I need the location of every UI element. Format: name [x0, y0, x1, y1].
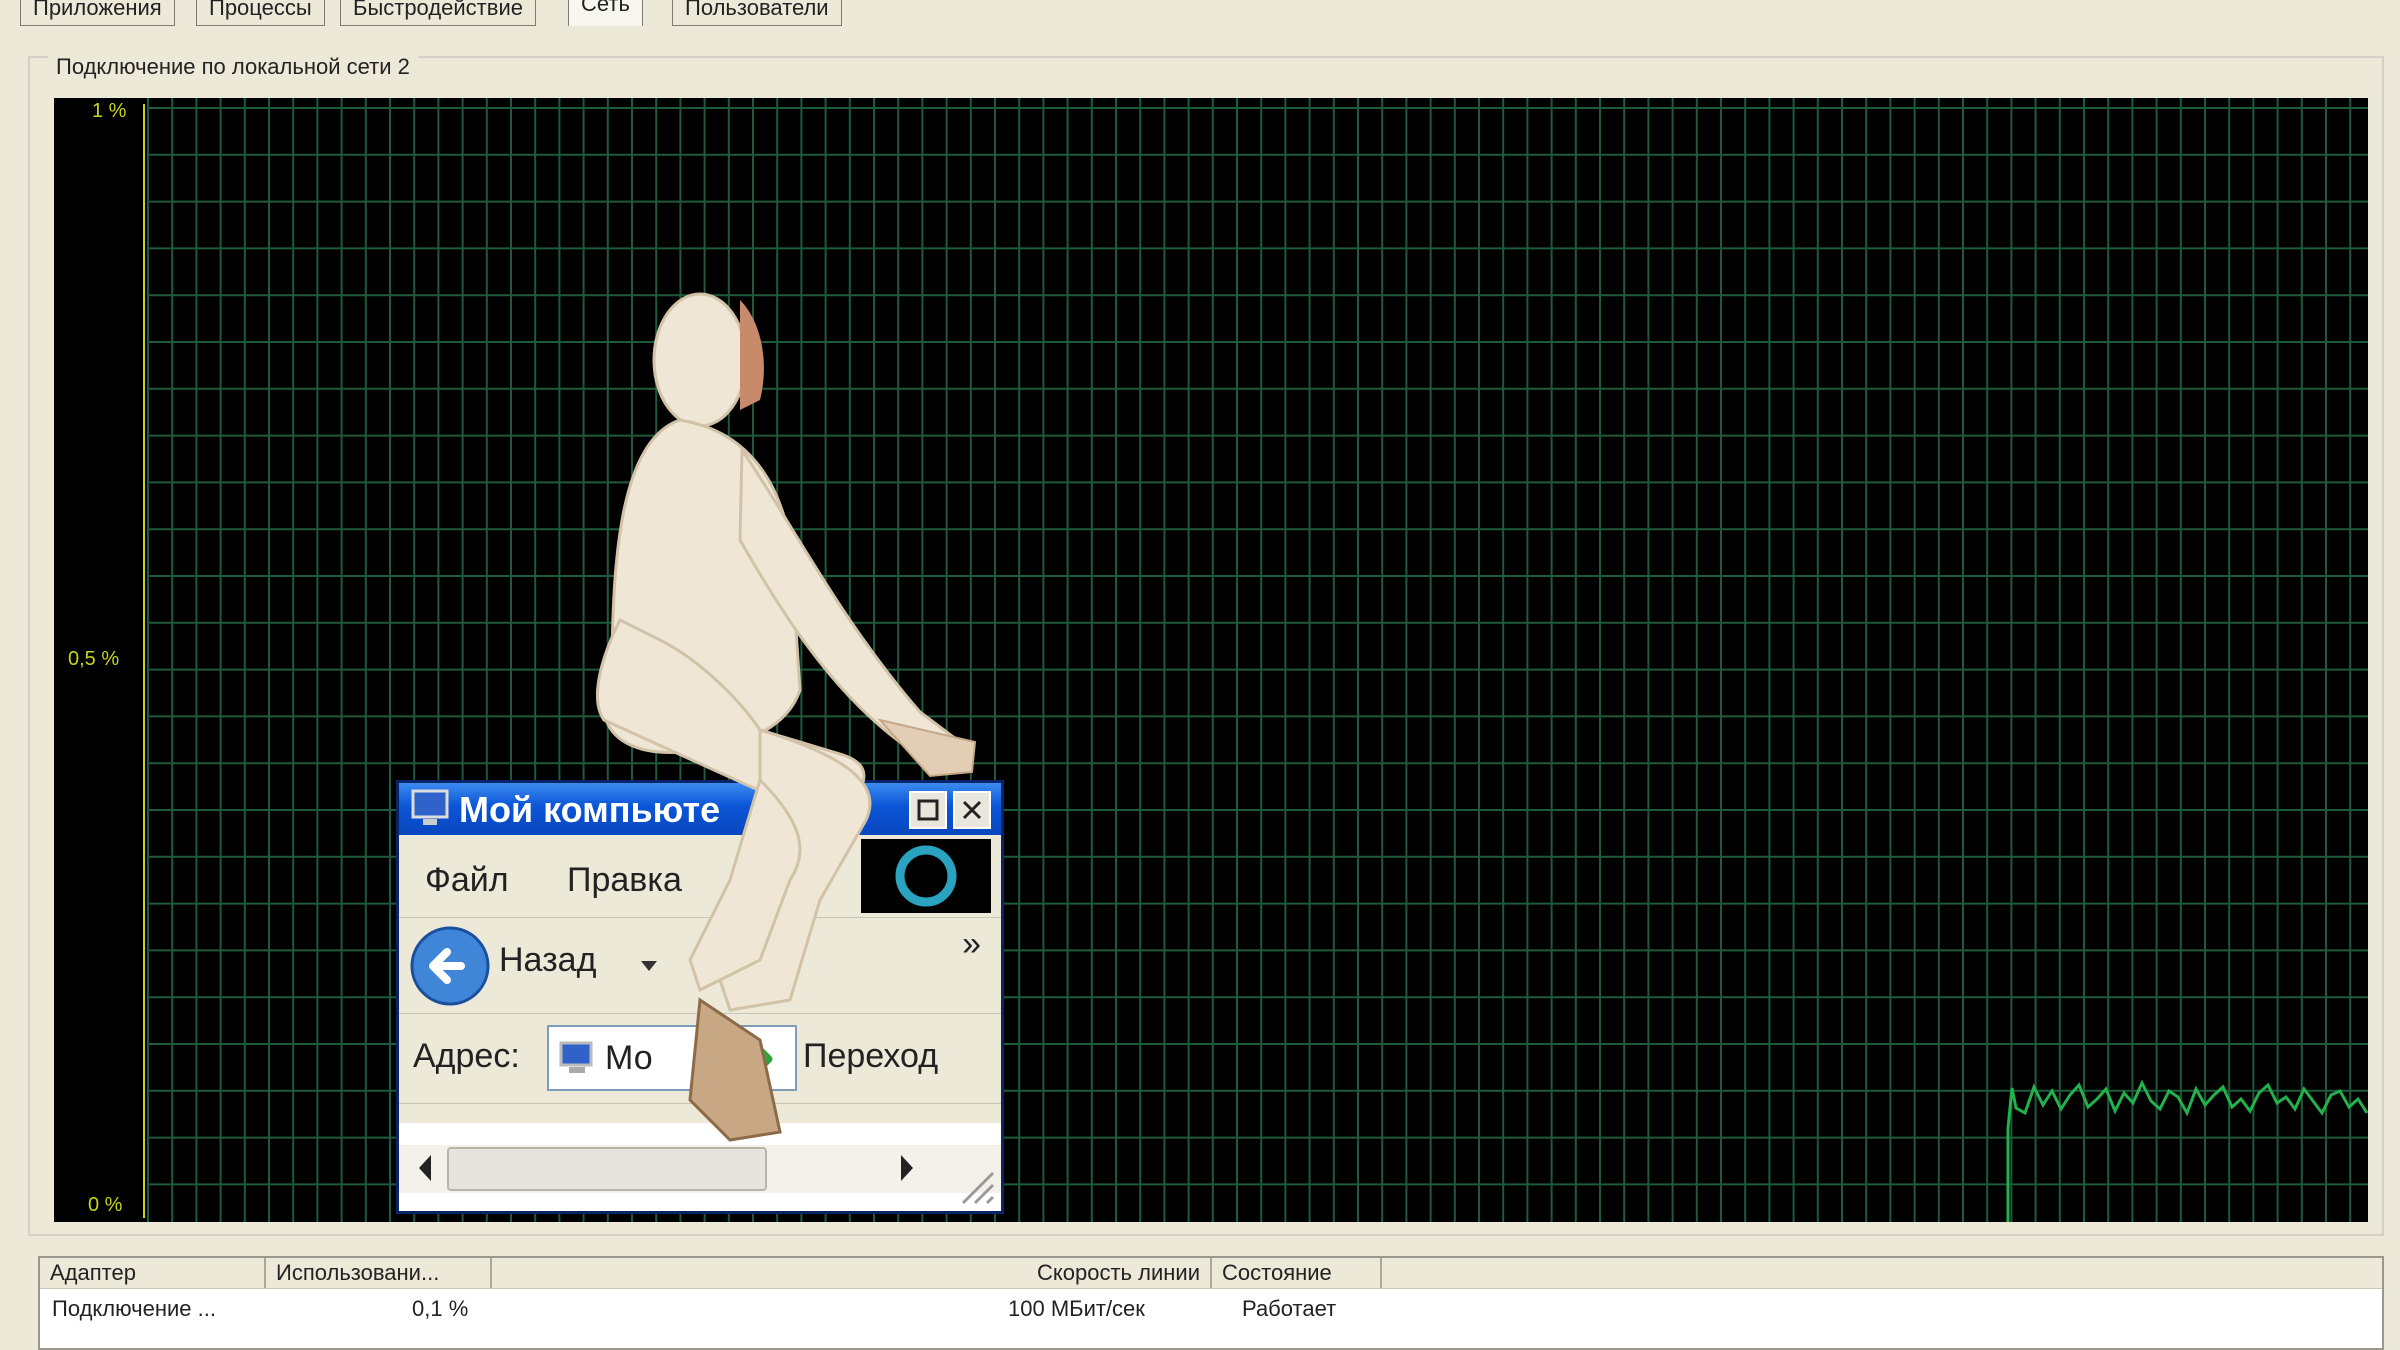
- toolbar-chevron[interactable]: »: [962, 925, 981, 964]
- address-label: Адрес:: [413, 1037, 520, 1075]
- adapter-name-cell[interactable]: Подключение ...: [52, 1296, 216, 1322]
- y-tick-half-percent: 0,5 %: [68, 648, 120, 670]
- back-button-label[interactable]: Назад: [499, 941, 596, 980]
- windows-logo-icon: [895, 845, 957, 907]
- scroll-right-icon[interactable]: [887, 1145, 927, 1191]
- back-dropdown-icon[interactable]: [639, 959, 659, 975]
- column-usage[interactable]: Использовани...: [266, 1258, 492, 1288]
- usage-trace-line: [2006, 1079, 2368, 1222]
- menu-edit[interactable]: Правка: [567, 861, 682, 900]
- y-tick-1-percent: 1 %: [92, 100, 127, 122]
- maximize-button[interactable]: [909, 791, 947, 829]
- back-arrow-icon[interactable]: [409, 925, 491, 1007]
- window-titlebar[interactable]: Мой компьюте: [399, 783, 1001, 835]
- close-button[interactable]: [953, 791, 991, 829]
- go-arrow-icon[interactable]: [737, 1039, 777, 1079]
- adapter-list[interactable]: Адаптер Использовани... Скорость линии С…: [38, 1256, 2384, 1350]
- scroll-thumb[interactable]: [447, 1147, 767, 1191]
- window-title: Мой компьюте: [459, 789, 721, 830]
- scroll-left-icon[interactable]: [405, 1145, 445, 1191]
- tab-processes[interactable]: Процессы: [196, 0, 325, 26]
- adapter-list-header: Адаптер Использовани... Скорость линии С…: [40, 1258, 2382, 1289]
- horizontal-scrollbar[interactable]: [399, 1123, 1001, 1211]
- column-adapter[interactable]: Адаптер: [40, 1258, 266, 1288]
- tab-bar: Приложения Процессы Быстродействие Сеть …: [0, 0, 2400, 30]
- y-tick-0-percent: 0 %: [88, 1194, 123, 1216]
- address-bar: Адрес: Мо Переход: [399, 1015, 1001, 1104]
- tab-users[interactable]: Пользователи: [672, 0, 842, 26]
- column-state[interactable]: Состояние: [1212, 1258, 1382, 1288]
- maximize-icon: [917, 799, 939, 821]
- navigation-toolbar: Назад »: [399, 919, 1001, 1014]
- close-icon: [962, 800, 982, 820]
- computer-icon: [559, 1041, 593, 1073]
- address-value: Мо: [605, 1039, 653, 1077]
- windows-logo: [861, 839, 991, 913]
- connection-group-title: Подключение по локальной сети 2: [48, 54, 418, 80]
- tab-networking[interactable]: Сеть: [568, 0, 643, 26]
- my-computer-icon: [411, 789, 449, 825]
- my-computer-window[interactable]: Мой компьюте Файл Правка Назад » Адрес:: [396, 780, 1004, 1214]
- tab-applications[interactable]: Приложения: [20, 0, 175, 26]
- usage-cell: 0,1 %: [412, 1296, 469, 1321]
- link-speed-cell: 100 МБит/сек: [1008, 1296, 1145, 1321]
- tab-performance[interactable]: Быстродействие: [340, 0, 536, 26]
- state-cell: Работает: [1242, 1296, 1337, 1321]
- go-button[interactable]: Переход: [803, 1037, 938, 1076]
- menu-file[interactable]: Файл: [425, 861, 509, 900]
- resize-grip-icon[interactable]: [953, 1163, 997, 1207]
- column-link-speed[interactable]: Скорость линии: [492, 1258, 1212, 1288]
